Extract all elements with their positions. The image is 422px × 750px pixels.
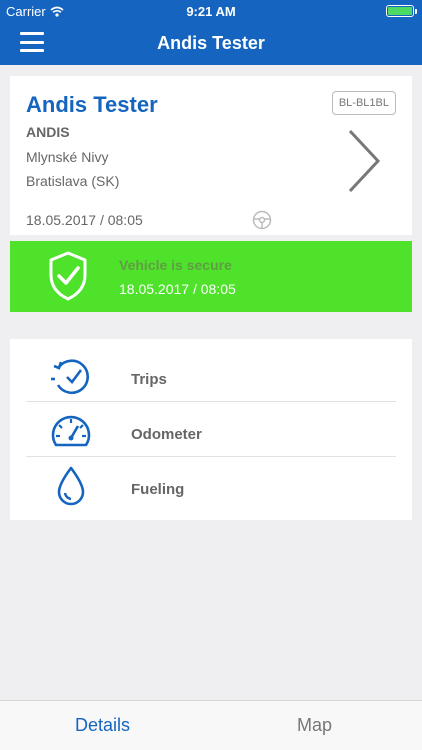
battery-icon [386, 5, 417, 17]
shield-check-icon [49, 251, 87, 301]
menu-item-label: Fueling [131, 481, 185, 498]
security-status-banner: Vehicle is secure 18.05.2017 / 08:05 [10, 241, 412, 312]
vehicle-name: Andis Tester [26, 92, 158, 117]
tab-map[interactable]: Map [297, 715, 332, 736]
menu-item-fueling[interactable]: Fueling [10, 457, 412, 512]
security-status-text: Vehicle is secure [119, 257, 232, 273]
vehicle-city: Bratislava (SK) [26, 173, 120, 189]
page-title: Andis Tester [157, 33, 265, 53]
navbar: Andis Tester [0, 22, 422, 65]
menu-item-label: Trips [131, 371, 167, 388]
menu-item-label: Odometer [131, 426, 202, 443]
menu-item-trips[interactable]: Trips [10, 347, 412, 402]
tab-bar: Details Map [0, 700, 422, 750]
clock: 9:21 AM [186, 4, 236, 19]
menu-list: Trips Odometer Fueling [10, 339, 412, 520]
security-date: 18.05.2017 / 08:05 [119, 281, 236, 297]
tab-details[interactable]: Details [75, 715, 130, 736]
trips-icon [51, 359, 89, 395]
menu-item-odometer[interactable]: Odometer [10, 402, 412, 457]
chevron-right-icon[interactable] [346, 129, 382, 193]
vehicle-company: ANDIS [26, 124, 70, 140]
odometer-icon [51, 415, 91, 447]
fuel-drop-icon [57, 466, 85, 506]
license-plate-badge: BL-BL1BL [331, 91, 396, 115]
steering-wheel-icon [252, 210, 272, 230]
vehicle-card[interactable]: Andis Tester ANDIS Mlynské Nivy Bratisla… [10, 76, 412, 235]
vehicle-street: Mlynské Nivy [26, 149, 109, 165]
status-bar: Carrier 9:21 AM [0, 0, 422, 22]
header: Carrier 9:21 AM Andis Tester [0, 0, 422, 65]
vehicle-date: 18.05.2017 / 08:05 [26, 212, 143, 228]
